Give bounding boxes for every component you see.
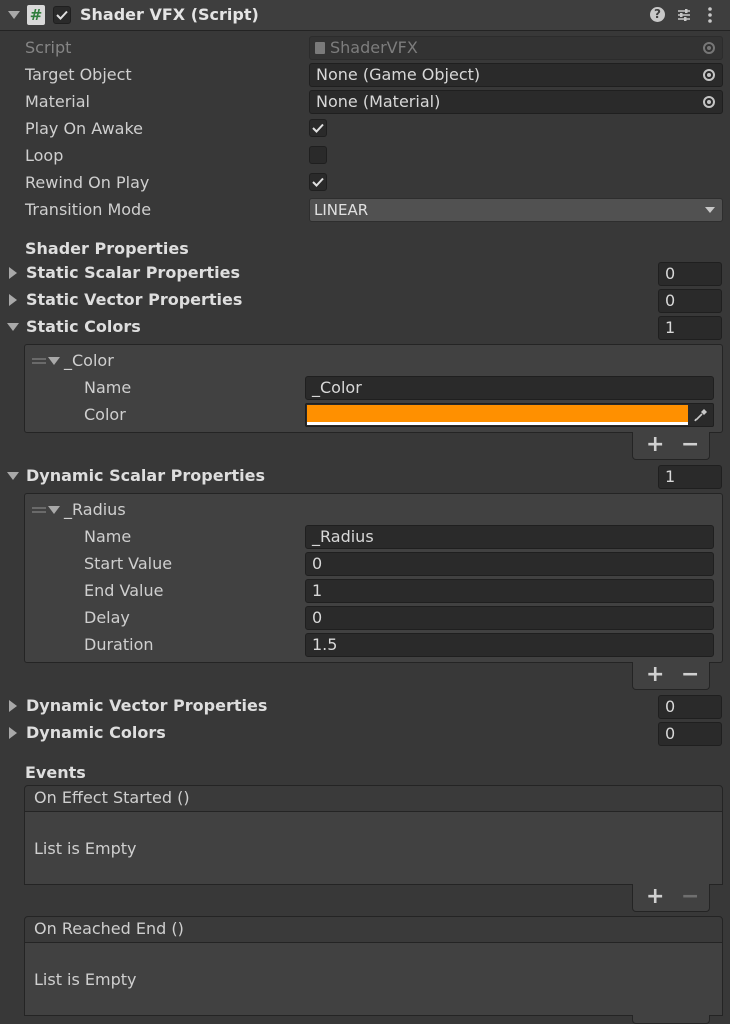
- list-element-title: _Color: [64, 351, 114, 370]
- script-label: Script: [25, 38, 72, 57]
- duration-label: Duration: [84, 635, 154, 654]
- play-on-awake-label: Play On Awake: [25, 119, 143, 138]
- dynamic-scalar-list-footer: + −: [632, 662, 710, 690]
- script-value: ShaderVFX: [330, 38, 418, 57]
- color-label: Color: [84, 405, 126, 424]
- rewind-on-play-label: Rewind On Play: [25, 173, 150, 192]
- dynamic-colors-label[interactable]: Dynamic Colors: [26, 723, 166, 743]
- object-picker-icon[interactable]: [703, 69, 715, 81]
- static-scalar-label[interactable]: Static Scalar Properties: [26, 263, 240, 283]
- target-object-label: Target Object: [25, 65, 132, 84]
- shader-properties-heading: Shader Properties: [25, 239, 189, 258]
- dynamic-vector-label[interactable]: Dynamic Vector Properties: [26, 696, 267, 716]
- radius-name-label: Name: [84, 527, 132, 546]
- radius-name-field[interactable]: _Radius: [305, 525, 714, 549]
- drag-handle-icon[interactable]: [32, 507, 46, 513]
- drag-handle-icon[interactable]: [32, 358, 46, 364]
- help-icon[interactable]: ?: [650, 7, 665, 22]
- static-colors-label[interactable]: Static Colors: [26, 317, 141, 337]
- chevron-down-icon: [705, 207, 715, 213]
- static-vector-count[interactable]: 0: [658, 289, 722, 313]
- end-value-field[interactable]: 1: [305, 579, 714, 603]
- on-effect-started-list: List is Empty: [24, 812, 723, 885]
- loop-label: Loop: [25, 146, 64, 165]
- remove-listener-button: −: [681, 884, 700, 909]
- static-colors-count[interactable]: 1: [658, 316, 722, 340]
- checkmark-icon: [56, 10, 68, 20]
- static-vector-label[interactable]: Static Vector Properties: [26, 290, 242, 310]
- color-field[interactable]: [305, 403, 714, 427]
- component-title: Shader VFX (Script): [80, 5, 259, 24]
- foldout-expanded-icon[interactable]: [48, 506, 60, 514]
- delay-label: Delay: [84, 608, 130, 627]
- alpha-bar: [307, 422, 688, 425]
- on-effect-started-footer: + −: [632, 884, 710, 912]
- on-reached-end-header: On Reached End (): [24, 916, 723, 943]
- add-listener-button[interactable]: +: [646, 886, 664, 908]
- object-picker-icon[interactable]: [703, 96, 715, 108]
- color-swatch: [307, 405, 688, 422]
- delay-field[interactable]: 0: [305, 606, 714, 630]
- loop-checkbox[interactable]: [309, 146, 327, 164]
- foldout-collapsed-icon[interactable]: [9, 267, 17, 279]
- start-value-label: Start Value: [84, 554, 173, 573]
- foldout-expanded-icon[interactable]: [7, 472, 19, 480]
- material-label: Material: [25, 92, 90, 111]
- foldout-collapsed-icon[interactable]: [9, 294, 17, 306]
- dynamic-scalar-count[interactable]: 1: [658, 465, 722, 489]
- start-value-field[interactable]: 0: [305, 552, 714, 576]
- static-colors-list-footer: + −: [632, 432, 710, 460]
- checkmark-icon: [312, 123, 324, 133]
- on-effect-started-title: On Effect Started (): [34, 788, 190, 807]
- transition-mode-label: Transition Mode: [25, 200, 152, 219]
- component-enabled-checkbox[interactable]: [53, 6, 71, 24]
- end-value-label: End Value: [84, 581, 164, 600]
- duration-field[interactable]: 1.5: [305, 633, 714, 657]
- checkmark-icon: [312, 177, 324, 187]
- remove-element-button[interactable]: −: [681, 434, 699, 456]
- eyedropper-icon[interactable]: [693, 407, 709, 423]
- target-object-field[interactable]: None (Game Object): [309, 63, 723, 87]
- on-reached-end-list: List is Empty: [24, 943, 723, 1016]
- on-effect-started-header: On Effect Started (): [24, 785, 723, 812]
- sliders-icon[interactable]: [676, 7, 692, 23]
- on-reached-end-title: On Reached End (): [34, 919, 184, 938]
- script-field: ShaderVFX: [309, 36, 723, 60]
- object-picker-icon: [703, 42, 715, 54]
- material-field[interactable]: None (Material): [309, 90, 723, 114]
- dynamic-colors-count[interactable]: 0: [658, 722, 722, 746]
- list-empty-text: List is Empty: [34, 839, 137, 858]
- color-name-field[interactable]: _Color: [305, 376, 714, 400]
- collapse-triangle-icon[interactable]: [8, 11, 20, 19]
- foldout-collapsed-icon[interactable]: [9, 727, 17, 739]
- on-reached-end-footer: [632, 1015, 710, 1024]
- add-element-button[interactable]: +: [646, 664, 664, 686]
- events-heading: Events: [25, 763, 86, 782]
- rewind-on-play-checkbox[interactable]: [309, 173, 327, 191]
- script-file-icon: [315, 42, 325, 54]
- dynamic-vector-count[interactable]: 0: [658, 695, 722, 719]
- kebab-menu-icon[interactable]: [705, 6, 715, 24]
- component-header: # Shader VFX (Script) ?: [0, 0, 730, 31]
- transition-mode-value: LINEAR: [314, 201, 369, 219]
- list-element-title: _Radius: [64, 500, 126, 519]
- color-name-label: Name: [84, 378, 132, 397]
- foldout-expanded-icon[interactable]: [48, 357, 60, 365]
- dynamic-scalar-label[interactable]: Dynamic Scalar Properties: [26, 466, 265, 486]
- static-scalar-count[interactable]: 0: [658, 262, 722, 286]
- list-empty-text: List is Empty: [34, 970, 137, 989]
- foldout-expanded-icon[interactable]: [7, 323, 19, 331]
- script-hash-icon: #: [27, 5, 45, 25]
- add-element-button[interactable]: +: [646, 434, 664, 456]
- foldout-collapsed-icon[interactable]: [9, 700, 17, 712]
- play-on-awake-checkbox[interactable]: [309, 119, 327, 137]
- remove-element-button[interactable]: −: [681, 664, 699, 686]
- transition-mode-dropdown[interactable]: LINEAR: [309, 198, 723, 222]
